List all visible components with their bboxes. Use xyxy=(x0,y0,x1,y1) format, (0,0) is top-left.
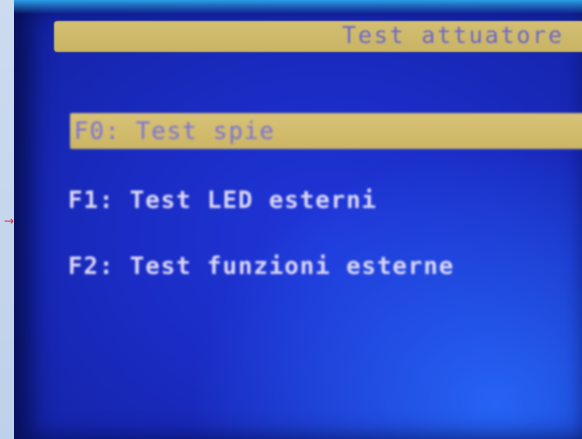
screen-title: Test attuatore xyxy=(342,23,564,49)
title-bar: Test attuatore xyxy=(54,21,582,52)
menu-item-f2-test-funzioni-esterne[interactable]: F2: Test funzioni esterne xyxy=(68,248,454,284)
device-screen: Test attuatore F0: Test spie F1: Test LE… xyxy=(14,0,582,439)
photo-frame: → Test attuatore F0: Test spie F1: Test … xyxy=(0,0,582,439)
menu-item-f1-test-led-esterni[interactable]: F1: Test LED esterni xyxy=(68,182,377,218)
screen-top-glow xyxy=(14,0,582,14)
arrow-marker-icon: → xyxy=(3,214,14,228)
menu-item-f0-test-spie[interactable]: F0: Test spie xyxy=(70,113,582,149)
